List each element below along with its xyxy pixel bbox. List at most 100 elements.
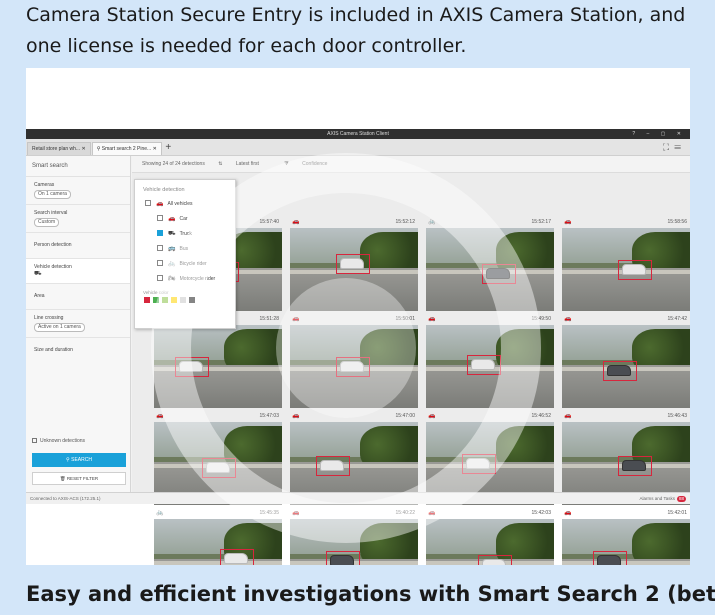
checkbox-icon bbox=[157, 215, 163, 221]
thumbnail-header: 🚗 15:52:12 bbox=[290, 217, 418, 228]
search-button[interactable]: ⚲ SEARCH bbox=[32, 453, 126, 467]
screenshot-frame: AXIS Camera Station Client ? – ▢ ✕ Retai… bbox=[26, 68, 690, 565]
detection-thumbnail[interactable]: 🚗 15:40:22 bbox=[290, 508, 418, 565]
scene-curb bbox=[154, 366, 282, 371]
reset-filter-button[interactable]: 🗑 RESET FILTER bbox=[32, 472, 126, 485]
detection-box bbox=[467, 355, 501, 375]
color-swatch[interactable] bbox=[153, 297, 159, 303]
car-icon: 🚗 bbox=[564, 316, 572, 322]
truck-icon: ⛟ bbox=[168, 231, 176, 237]
smart-search-sidebar: Smart search Cameras On 1 camera Search … bbox=[26, 156, 131, 492]
fullscreen-icon[interactable]: ⛶ bbox=[663, 142, 674, 152]
vehicle-option[interactable]: 🚌 Bus bbox=[135, 242, 235, 257]
thumbnail-header: 🚗 15:50:01 bbox=[290, 314, 418, 325]
vehicle-option[interactable]: 🏍 Motorcycle rider bbox=[135, 272, 235, 287]
menu-icon[interactable]: ☰ bbox=[674, 142, 686, 152]
sidebar-item-label: Size and duration bbox=[34, 347, 73, 353]
sidebar-item-person-detection[interactable]: Person detection bbox=[26, 233, 130, 259]
vehicle-option-label: Bus bbox=[179, 246, 189, 252]
car-icon: 🚗 bbox=[564, 510, 572, 516]
line-crossing-chip[interactable]: Active on 1 camera bbox=[34, 323, 85, 332]
detection-box bbox=[336, 357, 370, 377]
color-swatch[interactable] bbox=[171, 297, 177, 303]
scene-road bbox=[290, 267, 418, 311]
camera-snapshot bbox=[562, 325, 690, 408]
detection-thumbnail[interactable]: 🚗 15:50:01 bbox=[290, 314, 418, 410]
detection-thumbnail[interactable]: 🚗 15:42:03 bbox=[426, 508, 554, 565]
sidebar-item-size-duration[interactable]: Size and duration bbox=[26, 338, 130, 363]
results-count: Showing 24 of 24 detections bbox=[142, 161, 205, 167]
add-tab-button[interactable]: + bbox=[163, 142, 174, 155]
camera-snapshot bbox=[426, 325, 554, 408]
camera-snapshot bbox=[290, 519, 418, 565]
vehicle-option-label: All vehicles bbox=[167, 201, 193, 207]
camera-snapshot bbox=[426, 228, 554, 311]
sidebar-item-label: Person detection bbox=[34, 242, 72, 248]
tab-retail-store[interactable]: Retail store plan wh... ✕ bbox=[27, 142, 91, 155]
filter-icon: ⧩ bbox=[284, 161, 291, 167]
thumbnail-header: 🚗 15:47:00 bbox=[290, 411, 418, 422]
vehicle-option[interactable]: 🚗 All vehicles bbox=[135, 197, 235, 212]
sidebar-item-cameras[interactable]: Cameras On 1 camera bbox=[26, 177, 130, 205]
detection-box bbox=[618, 456, 652, 476]
interval-chip[interactable]: Custom bbox=[34, 218, 60, 227]
detection-box bbox=[202, 458, 236, 478]
sidebar-item-area[interactable]: Area bbox=[26, 284, 130, 310]
confidence-label: Confidence bbox=[302, 161, 328, 167]
camera-snapshot bbox=[426, 519, 554, 565]
sidebar-item-label: Line crossing bbox=[34, 315, 64, 321]
reset-button-label: RESET FILTER bbox=[66, 476, 99, 481]
color-swatch[interactable] bbox=[144, 297, 150, 303]
checkbox-icon bbox=[32, 438, 37, 443]
sidebar-item-line-crossing[interactable]: Line crossing Active on 1 camera bbox=[26, 310, 130, 338]
sort-latest[interactable]: ⇅ Latest first bbox=[218, 161, 271, 167]
detection-thumbnail[interactable]: 🚗 15:52:12 bbox=[290, 217, 418, 313]
sidebar-item-search-interval[interactable]: Search interval Custom bbox=[26, 205, 130, 233]
thumbnail-timestamp: 15:51:28 bbox=[259, 316, 279, 322]
tab-label: Smart search 2 Pine... bbox=[101, 146, 152, 152]
detection-thumbnail[interactable]: 🚗 15:49:50 bbox=[426, 314, 554, 410]
camera-snapshot bbox=[562, 519, 690, 565]
thumbnail-timestamp: 15:45:35 bbox=[259, 510, 279, 516]
window-controls[interactable]: ? – ▢ ✕ bbox=[632, 129, 686, 139]
camera-snapshot bbox=[290, 325, 418, 408]
checkbox-icon bbox=[157, 245, 163, 251]
camera-snapshot bbox=[290, 228, 418, 311]
vehicle-option[interactable]: ⛟ Truck bbox=[135, 227, 235, 242]
alarms-and-tasks[interactable]: Alarms and Tasks 88 bbox=[640, 493, 686, 505]
sort-confidence[interactable]: ⧩ Confidence bbox=[284, 161, 339, 167]
detection-thumbnail[interactable]: 🚲 15:45:35 bbox=[154, 508, 282, 565]
sidebar-item-vehicle-detection[interactable]: Vehicle detection ⛟ bbox=[26, 259, 130, 284]
color-swatch[interactable] bbox=[189, 297, 195, 303]
tab-smart-search[interactable]: ⚲ Smart search 2 Pine... ✕ bbox=[91, 142, 162, 155]
connection-status: Connected to AXIS-ACS (172.25.1) bbox=[30, 496, 101, 501]
intro-text: Camera Station Secure Entry is included … bbox=[26, 0, 706, 62]
detection-box bbox=[220, 549, 254, 565]
vehicle-detection-popup: Vehicle detection 🚗 All vehicles 🚗 Car ⛟ Truc… bbox=[134, 179, 236, 329]
unknown-detections-checkbox[interactable]: Unknown detections bbox=[32, 438, 85, 444]
vehicle-option[interactable]: 🚗 Car bbox=[135, 212, 235, 227]
vehicle-color-label: Vehicle color bbox=[143, 290, 169, 295]
camera-chip[interactable]: On 1 camera bbox=[34, 190, 71, 199]
car-icon: 🚗 bbox=[168, 216, 176, 222]
color-swatch[interactable] bbox=[162, 297, 168, 303]
color-swatch[interactable] bbox=[180, 297, 186, 303]
detection-thumbnail[interactable]: 🚲 15:52:17 bbox=[426, 217, 554, 313]
vehicle-option[interactable]: 🚲 Bicycle rider bbox=[135, 257, 235, 272]
thumbnail-header: 🚗 15:42:03 bbox=[426, 508, 554, 519]
scene-curb bbox=[290, 463, 418, 468]
thumbnail-timestamp: 15:49:50 bbox=[531, 316, 551, 322]
detection-thumbnail[interactable]: 🚗 15:47:42 bbox=[562, 314, 690, 410]
detection-box bbox=[316, 456, 350, 476]
thumbnail-timestamp: 15:50:01 bbox=[395, 316, 415, 322]
intro-line-2: one license is needed for each door cont… bbox=[26, 35, 467, 57]
detection-box bbox=[593, 551, 627, 565]
detection-thumbnail[interactable]: 🚗 15:42:01 bbox=[562, 508, 690, 565]
sidebar-item-label: Cameras bbox=[34, 182, 55, 188]
car-icon: 🚗 bbox=[564, 413, 572, 419]
color-swatches bbox=[135, 297, 235, 303]
tab-label: Retail store plan wh... bbox=[32, 146, 81, 152]
detection-thumbnail[interactable]: 🚗 15:58:56 bbox=[562, 217, 690, 313]
camera-snapshot bbox=[154, 325, 282, 408]
sidebar-item-label: Vehicle detection bbox=[34, 264, 72, 270]
